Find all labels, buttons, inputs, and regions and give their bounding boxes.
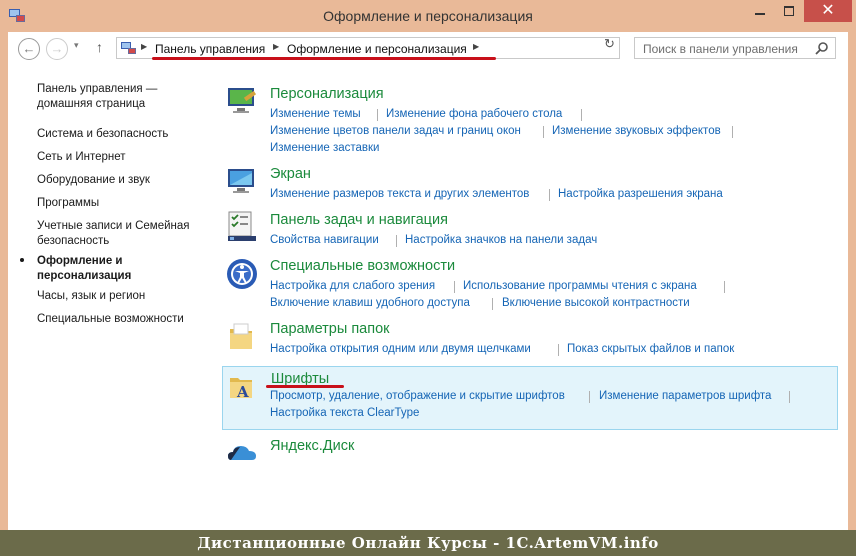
- link-sticky-keys[interactable]: Включение клавиш удобного доступа: [270, 297, 470, 309]
- breadcrumb-separator-icon[interactable]: ▶: [141, 42, 147, 51]
- svg-text:A: A: [236, 383, 249, 401]
- control-panel-icon: [121, 42, 136, 54]
- address-bar[interactable]: ▶ Панель управления ▶ Оформление и персо…: [116, 37, 620, 59]
- refresh-icon: ↻: [604, 36, 615, 51]
- link-click-options[interactable]: Настройка открытия одним или двумя щелчк…: [270, 343, 531, 355]
- breadcrumb-separator-icon[interactable]: ▶: [473, 42, 479, 51]
- search-input[interactable]: Поиск в панели управления: [634, 37, 836, 59]
- category-title[interactable]: Параметры папок: [270, 321, 390, 337]
- category-folder-options: Параметры папок Настройка открытия одним…: [222, 319, 838, 359]
- link-separator: [732, 126, 733, 138]
- maximize-button[interactable]: [775, 0, 803, 22]
- arrow-right-icon: →: [50, 41, 64, 56]
- search-placeholder: Поиск в панели управления: [643, 42, 798, 56]
- sidebar-item-appearance: Оформление и персонализация: [37, 255, 132, 282]
- ease-of-access-icon: [227, 259, 257, 289]
- link-separator: [581, 109, 582, 121]
- link-separator: [543, 126, 544, 138]
- link-taskbar-icons[interactable]: Настройка значков на панели задач: [405, 234, 597, 246]
- up-button[interactable]: ↑: [96, 39, 103, 55]
- category-fonts[interactable]: A Шрифты Просмотр, удаление, отображение…: [222, 366, 838, 430]
- link-sound-effects[interactable]: Изменение звуковых эффектов: [552, 125, 721, 137]
- link-cleartype[interactable]: Настройка текста ClearType: [270, 407, 419, 419]
- chevron-down-icon: ▾: [74, 40, 79, 50]
- sidebar-item-ease-of-access[interactable]: Специальные возможности: [37, 312, 207, 327]
- sidebar-item-accounts[interactable]: Учетные записи и Семейная безопасность: [37, 219, 207, 249]
- sidebar-item-hardware-sound[interactable]: Оборудование и звук: [37, 173, 207, 188]
- link-separator: [558, 344, 559, 356]
- link-screen-reader[interactable]: Использование программы чтения с экрана: [463, 280, 697, 292]
- link-separator: [589, 391, 590, 403]
- search-icon[interactable]: [815, 41, 829, 55]
- category-title[interactable]: Панель задач и навигация: [270, 212, 448, 228]
- link-font-settings[interactable]: Изменение параметров шрифта: [599, 390, 771, 402]
- link-view-fonts[interactable]: Просмотр, удаление, отображение и скрыти…: [270, 390, 565, 402]
- link-change-theme[interactable]: Изменение темы: [270, 108, 361, 120]
- annotation-underline: [266, 385, 344, 388]
- link-low-vision[interactable]: Настройка для слабого зрения: [270, 280, 435, 292]
- arrow-up-icon: ↑: [96, 39, 103, 55]
- link-hidden-files[interactable]: Показ скрытых файлов и папок: [567, 343, 734, 355]
- breadcrumb-appearance[interactable]: Оформление и персонализация: [287, 42, 467, 56]
- category-taskbar: Панель задач и навигация Свойства навига…: [222, 210, 838, 250]
- sidebar-item-clock-region[interactable]: Часы, язык и регион: [37, 289, 207, 304]
- recent-locations-button[interactable]: ▾: [74, 40, 79, 51]
- arrow-left-icon: ←: [22, 41, 36, 56]
- breadcrumb-control-panel[interactable]: Панель управления: [155, 42, 265, 56]
- link-screen-resolution[interactable]: Настройка разрешения экрана: [558, 188, 723, 200]
- close-button[interactable]: ✕: [804, 0, 852, 22]
- link-taskbar-colors[interactable]: Изменение цветов панели задач и границ о…: [270, 125, 521, 137]
- forward-button[interactable]: →: [46, 38, 68, 60]
- link-separator: [377, 109, 378, 121]
- category-title[interactable]: Экран: [270, 166, 311, 182]
- sidebar-item-programs[interactable]: Программы: [37, 196, 207, 211]
- personalization-icon: [228, 88, 257, 113]
- main-content: Персонализация Изменение темы Изменение …: [222, 66, 848, 530]
- category-ease-of-access: Специальные возможности Настройка для сл…: [222, 256, 838, 312]
- watermark-banner: Дистанционные Онлайн Курсы - 1C.ArtemVM.…: [0, 530, 856, 556]
- link-navigation-properties[interactable]: Свойства навигации: [270, 234, 379, 246]
- back-button[interactable]: ←: [18, 38, 40, 60]
- title-bar: Оформление и персонализация ✕: [0, 0, 856, 32]
- link-change-wallpaper[interactable]: Изменение фона рабочего стола: [386, 108, 562, 120]
- display-icon: [228, 169, 254, 193]
- breadcrumb-separator-icon[interactable]: ▶: [273, 42, 279, 51]
- refresh-button[interactable]: ↻: [604, 36, 615, 52]
- link-text-size[interactable]: Изменение размеров текста и других элеме…: [270, 188, 529, 200]
- fonts-icon: A: [230, 378, 252, 401]
- link-separator: [789, 391, 790, 403]
- link-separator: [492, 298, 493, 310]
- category-personalization: Персонализация Изменение темы Изменение …: [222, 84, 838, 158]
- navigation-bar: ← → ▾ ↑ ▶ Панель управления ▶ Оформление…: [8, 32, 848, 66]
- link-separator: [724, 281, 725, 293]
- banner-text: Дистанционные Онлайн Курсы - 1C.ArtemVM.…: [197, 534, 659, 552]
- sidebar-item-network[interactable]: Сеть и Интернет: [37, 150, 207, 165]
- current-item-bullet: [20, 258, 24, 262]
- link-high-contrast[interactable]: Включение высокой контрастности: [502, 297, 690, 309]
- link-screensaver[interactable]: Изменение заставки: [270, 142, 379, 154]
- taskbar-icon: [228, 211, 256, 241]
- category-display: Экран Изменение размеров текста и других…: [222, 164, 838, 204]
- explorer-window: ← → ▾ ↑ ▶ Панель управления ▶ Оформление…: [8, 32, 848, 530]
- sidebar: Панель управления — домашняя страница Си…: [8, 66, 208, 530]
- category-title[interactable]: Персонализация: [270, 86, 384, 102]
- window-title: Оформление и персонализация: [323, 8, 533, 24]
- close-icon: ✕: [821, 2, 835, 19]
- sidebar-item-home[interactable]: Панель управления — домашняя страница: [37, 82, 207, 112]
- link-separator: [396, 235, 397, 247]
- category-yandex-disk: Яндекс.Диск: [222, 436, 838, 472]
- yandex-disk-icon: [228, 446, 256, 460]
- category-title[interactable]: Яндекс.Диск: [270, 438, 354, 454]
- folder-options-icon: [230, 323, 252, 349]
- link-separator: [454, 281, 455, 293]
- link-separator: [549, 189, 550, 201]
- annotation-underline: [152, 57, 496, 60]
- category-title[interactable]: Специальные возможности: [270, 258, 455, 274]
- sidebar-item-system-security[interactable]: Система и безопасность: [37, 127, 207, 142]
- minimize-button[interactable]: [746, 0, 774, 22]
